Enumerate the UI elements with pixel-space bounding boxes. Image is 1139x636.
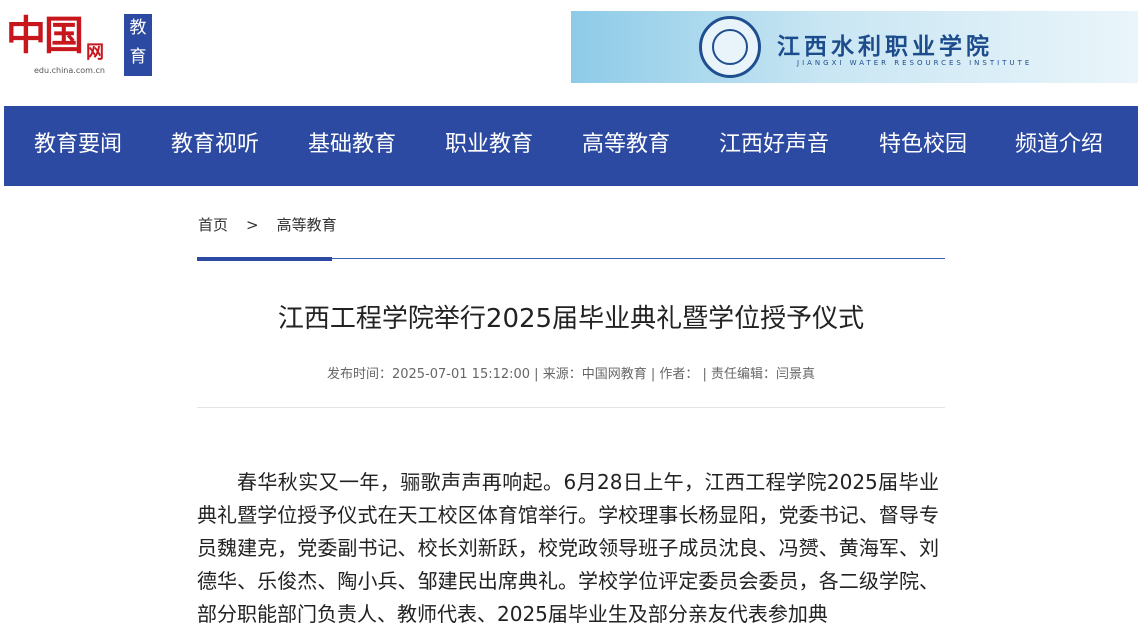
nav-item-basic-education[interactable]: 基础教育 bbox=[308, 106, 396, 186]
nav-item-education-news[interactable]: 教育要闻 bbox=[34, 106, 122, 186]
nav-item-channel-intro[interactable]: 频道介绍 bbox=[1015, 106, 1103, 186]
banner-title: 江西水利职业学院 bbox=[777, 33, 993, 60]
article-meta: 发布时间：2025-07-01 15:12:00 | 来源：中国网教育 | 作者… bbox=[326, 367, 815, 382]
nav-item-higher-education[interactable]: 高等教育 bbox=[582, 106, 670, 186]
nav-item-education-video[interactable]: 教育视听 bbox=[171, 106, 259, 186]
banner-subtitle: JIANGXI WATER RESOURCES INSTITUTE bbox=[797, 59, 1033, 67]
main-nav: 教育要闻 教育视听 基础教育 职业教育 高等教育 江西好声音 特色校园 频道介绍 bbox=[4, 106, 1138, 186]
site-logo[interactable]: 中国 网 edu.china.com.cn 教育 bbox=[4, 10, 154, 80]
nav-item-featured-campus[interactable]: 特色校园 bbox=[879, 106, 967, 186]
breadcrumb-separator: > bbox=[246, 216, 259, 234]
breadcrumb-current[interactable]: 高等教育 bbox=[277, 216, 337, 234]
school-emblem-icon bbox=[699, 16, 761, 78]
logo-text: 中国 bbox=[6, 12, 84, 59]
channel-badge: 教育 bbox=[124, 14, 152, 76]
breadcrumb-home[interactable]: 首页 bbox=[198, 216, 228, 234]
section-rule-accent bbox=[197, 257, 332, 261]
breadcrumb: 首页 > 高等教育 bbox=[198, 214, 337, 235]
nav-item-vocational-education[interactable]: 职业教育 bbox=[445, 106, 533, 186]
ad-banner[interactable]: 江西水利职业学院 JIANGXI WATER RESOURCES INSTITU… bbox=[571, 11, 1138, 83]
nav-item-jiangxi-voice[interactable]: 江西好声音 bbox=[719, 106, 829, 186]
article-title: 江西工程学院举行2025届毕业典礼暨学位授予仪式 bbox=[277, 304, 865, 334]
article-body: 春华秋实又一年，骊歌声声再响起。6月28日上午，江西工程学院2025届毕业典礼暨… bbox=[197, 470, 939, 626]
meta-divider bbox=[197, 407, 945, 408]
logo-wang: 网 bbox=[86, 42, 104, 63]
logo-url: edu.china.com.cn bbox=[34, 66, 105, 75]
